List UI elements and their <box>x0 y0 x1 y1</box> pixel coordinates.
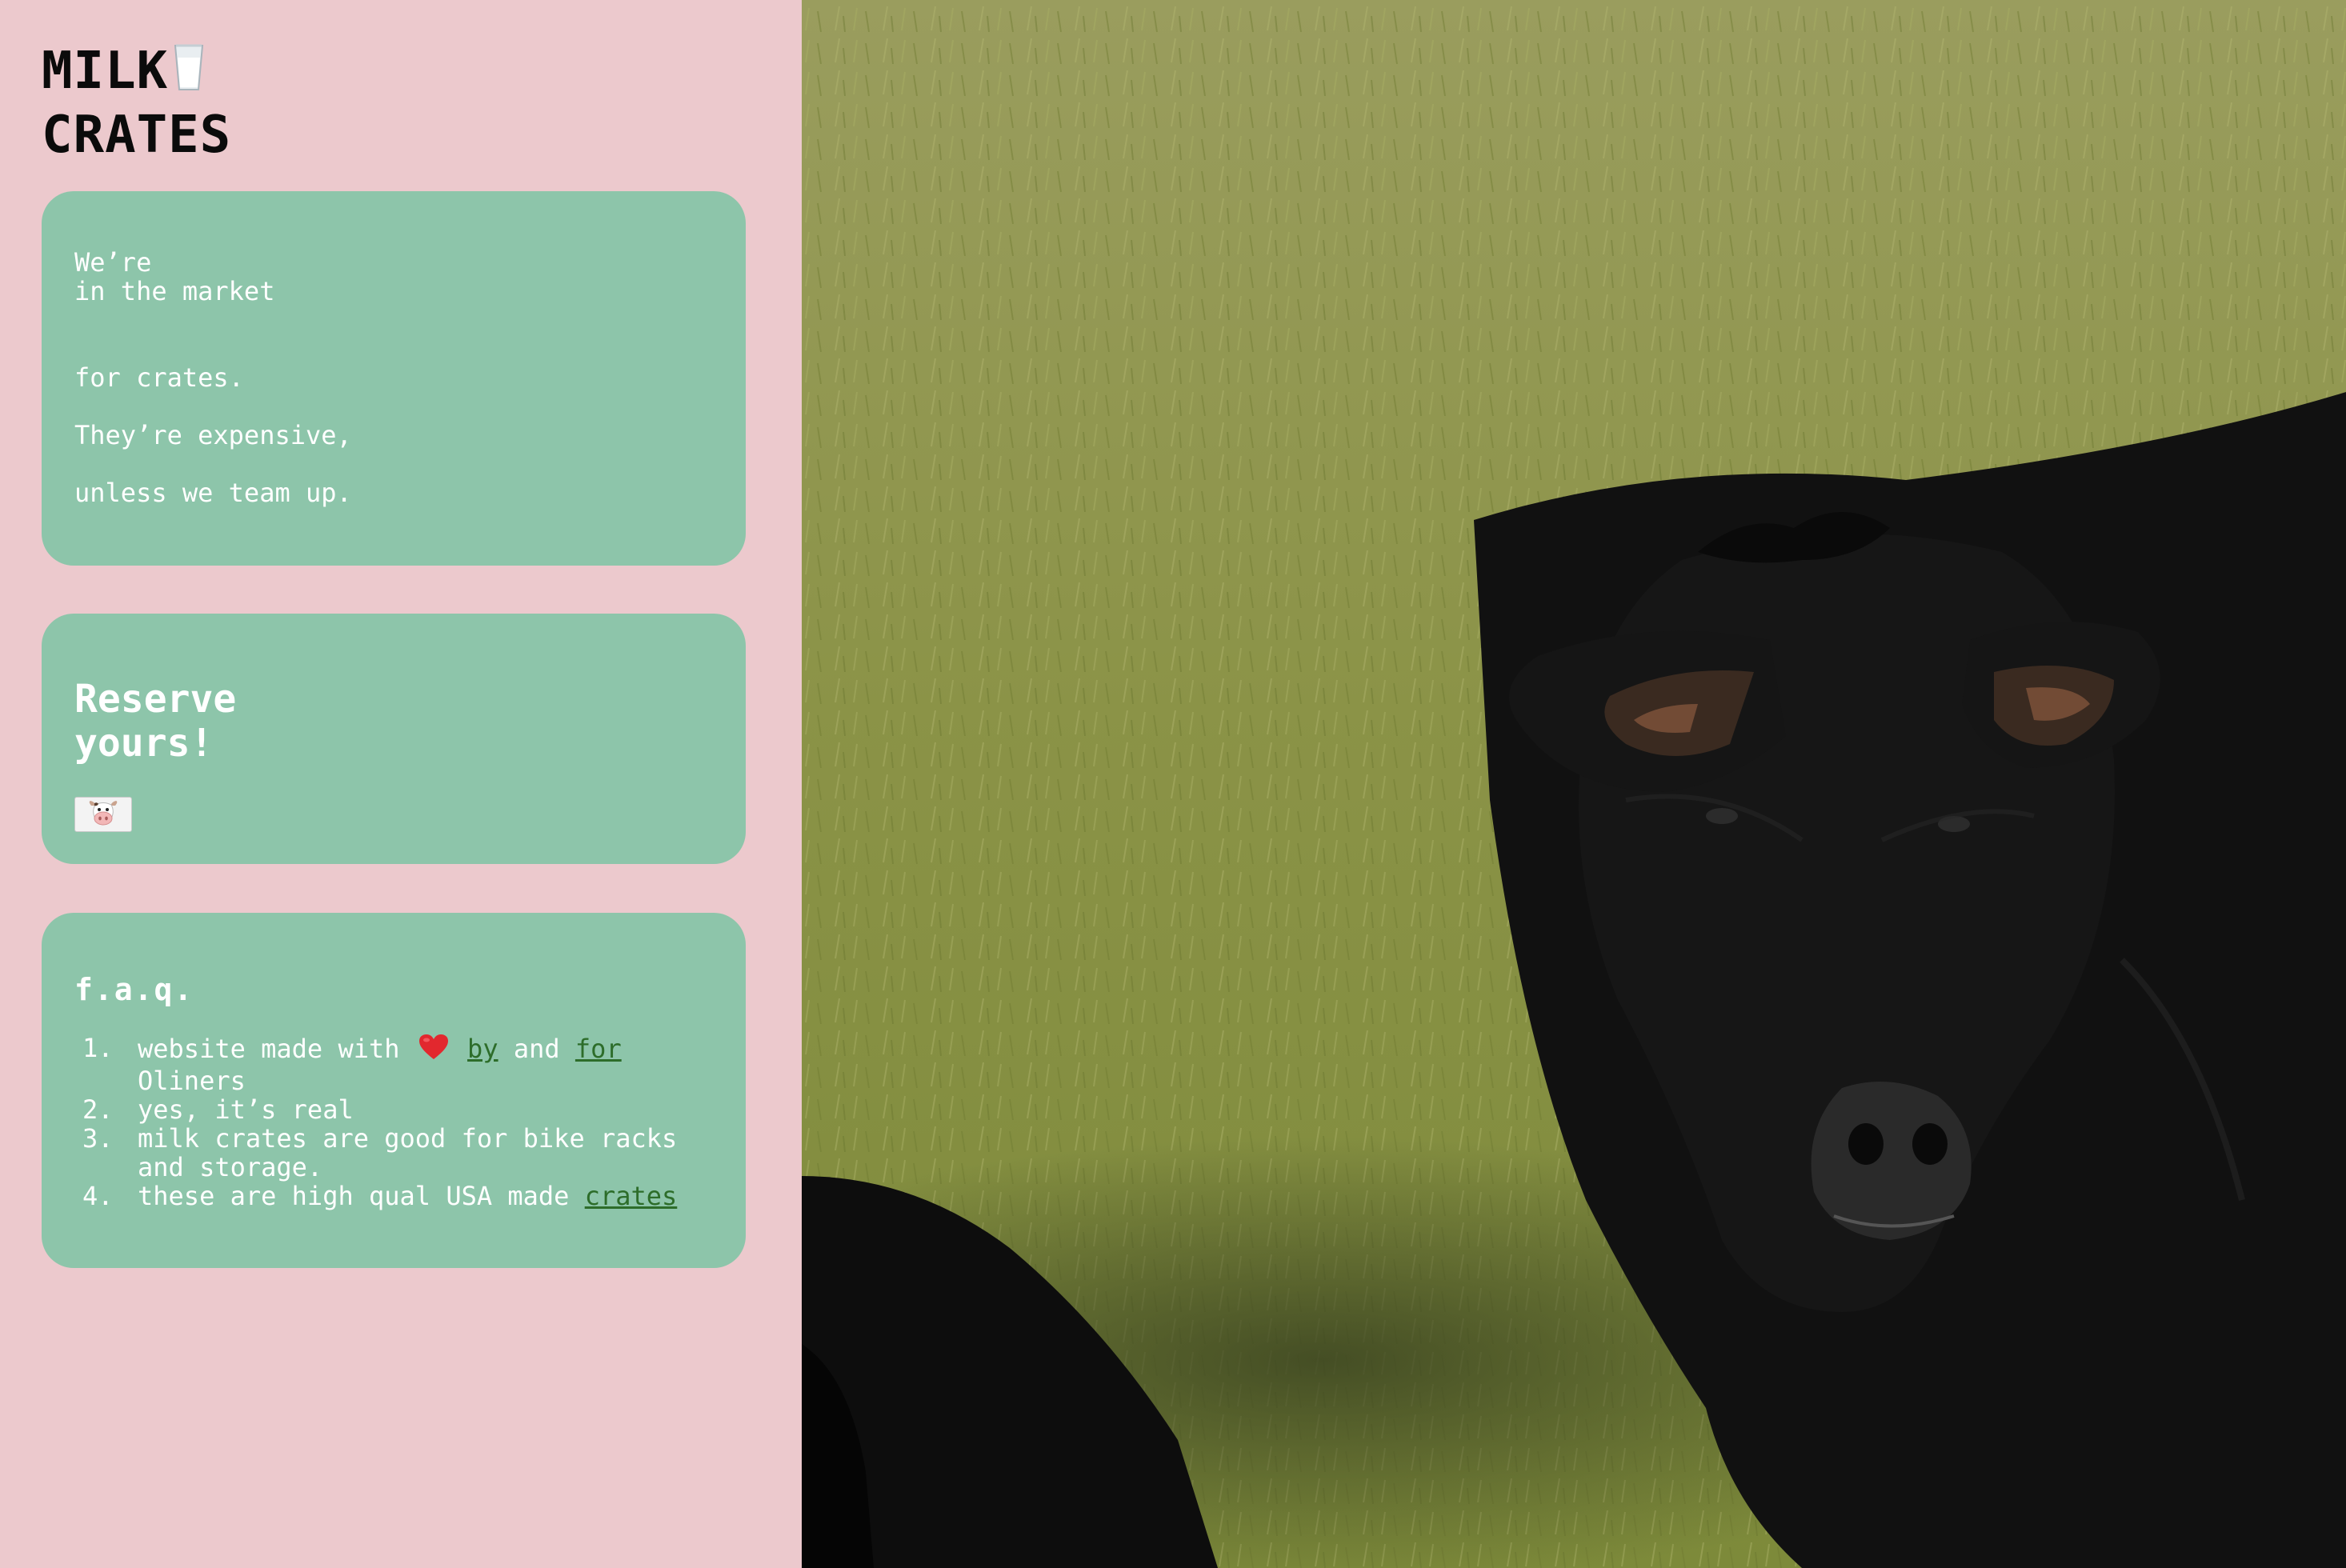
faq-item-text: and <box>513 1034 560 1064</box>
faq-item-3-line-2: and storage. <box>138 1152 323 1182</box>
reserve-title-line-2: yours! <box>74 721 214 766</box>
cow-photo-illustration <box>802 0 2346 1568</box>
faq-by-link[interactable]: by <box>467 1034 498 1064</box>
faq-card: f.a.q. 1. website made with by and for O… <box>42 913 746 1268</box>
faq-item-3: 3. milk crates are good for bike racks a… <box>74 1124 677 1182</box>
intro-line-4: They’re expensive, <box>74 420 352 450</box>
faq-item-number: 4. <box>82 1181 114 1211</box>
reserve-title: Reserve yours! <box>74 678 236 766</box>
faq-item-1: 1. website made with by and for Oliners <box>74 1034 677 1095</box>
intro-line-5: unless we team up. <box>74 478 352 508</box>
faq-item-1-line-1: website made with by and for <box>138 1034 677 1066</box>
sidebar: MILK CRATES We’re in the market for crat… <box>0 0 802 1568</box>
reserve-card: Reserve yours! <box>42 614 746 864</box>
faq-item-text: these are high qual USA made <box>138 1181 570 1211</box>
black-cow-photo <box>802 0 2346 1568</box>
faq-item-4-line-1: these are high qual USA made crates <box>138 1182 677 1210</box>
faq-item-text: website made with <box>138 1034 400 1064</box>
intro-line-3: for crates. <box>74 362 244 393</box>
logo-text-milk: MILK <box>42 42 169 101</box>
reserve-button[interactable] <box>74 797 132 832</box>
reserve-title-line-1: Reserve <box>74 677 237 722</box>
faq-item-number: 3. <box>82 1123 114 1154</box>
faq-for-link[interactable]: for <box>575 1034 622 1064</box>
faq-list: 1. website made with by and for Oliners … <box>74 1034 677 1210</box>
milk-glass-icon <box>173 43 205 106</box>
faq-item-3-line-1: milk crates are good for bike racks <box>138 1123 678 1154</box>
page: MILK CRATES We’re in the market for crat… <box>0 0 2346 1568</box>
intro-line-1: We’re <box>74 247 152 278</box>
cow-face-icon <box>87 799 119 830</box>
faq-crates-link[interactable]: crates <box>585 1181 678 1211</box>
logo-line-2: CRATES <box>42 106 232 165</box>
faq-item-2-text: yes, it’s real <box>138 1094 354 1125</box>
intro-line-2: in the market <box>74 276 275 306</box>
site-logo: MILK CRATES <box>42 42 231 165</box>
faq-item-number: 2. <box>82 1094 114 1125</box>
faq-item-2: 2. yes, it’s real <box>74 1095 677 1124</box>
heart-icon <box>418 1034 449 1066</box>
faq-item-4: 4. these are high qual USA made crates <box>74 1182 677 1210</box>
faq-item-1-line-2: Oliners <box>138 1066 246 1096</box>
faq-title: f.a.q. <box>74 972 194 1007</box>
logo-line-1: MILK <box>42 42 231 106</box>
intro-card: We’re in the market for crates. They’re … <box>42 191 746 566</box>
faq-item-number: 1. <box>82 1033 114 1063</box>
